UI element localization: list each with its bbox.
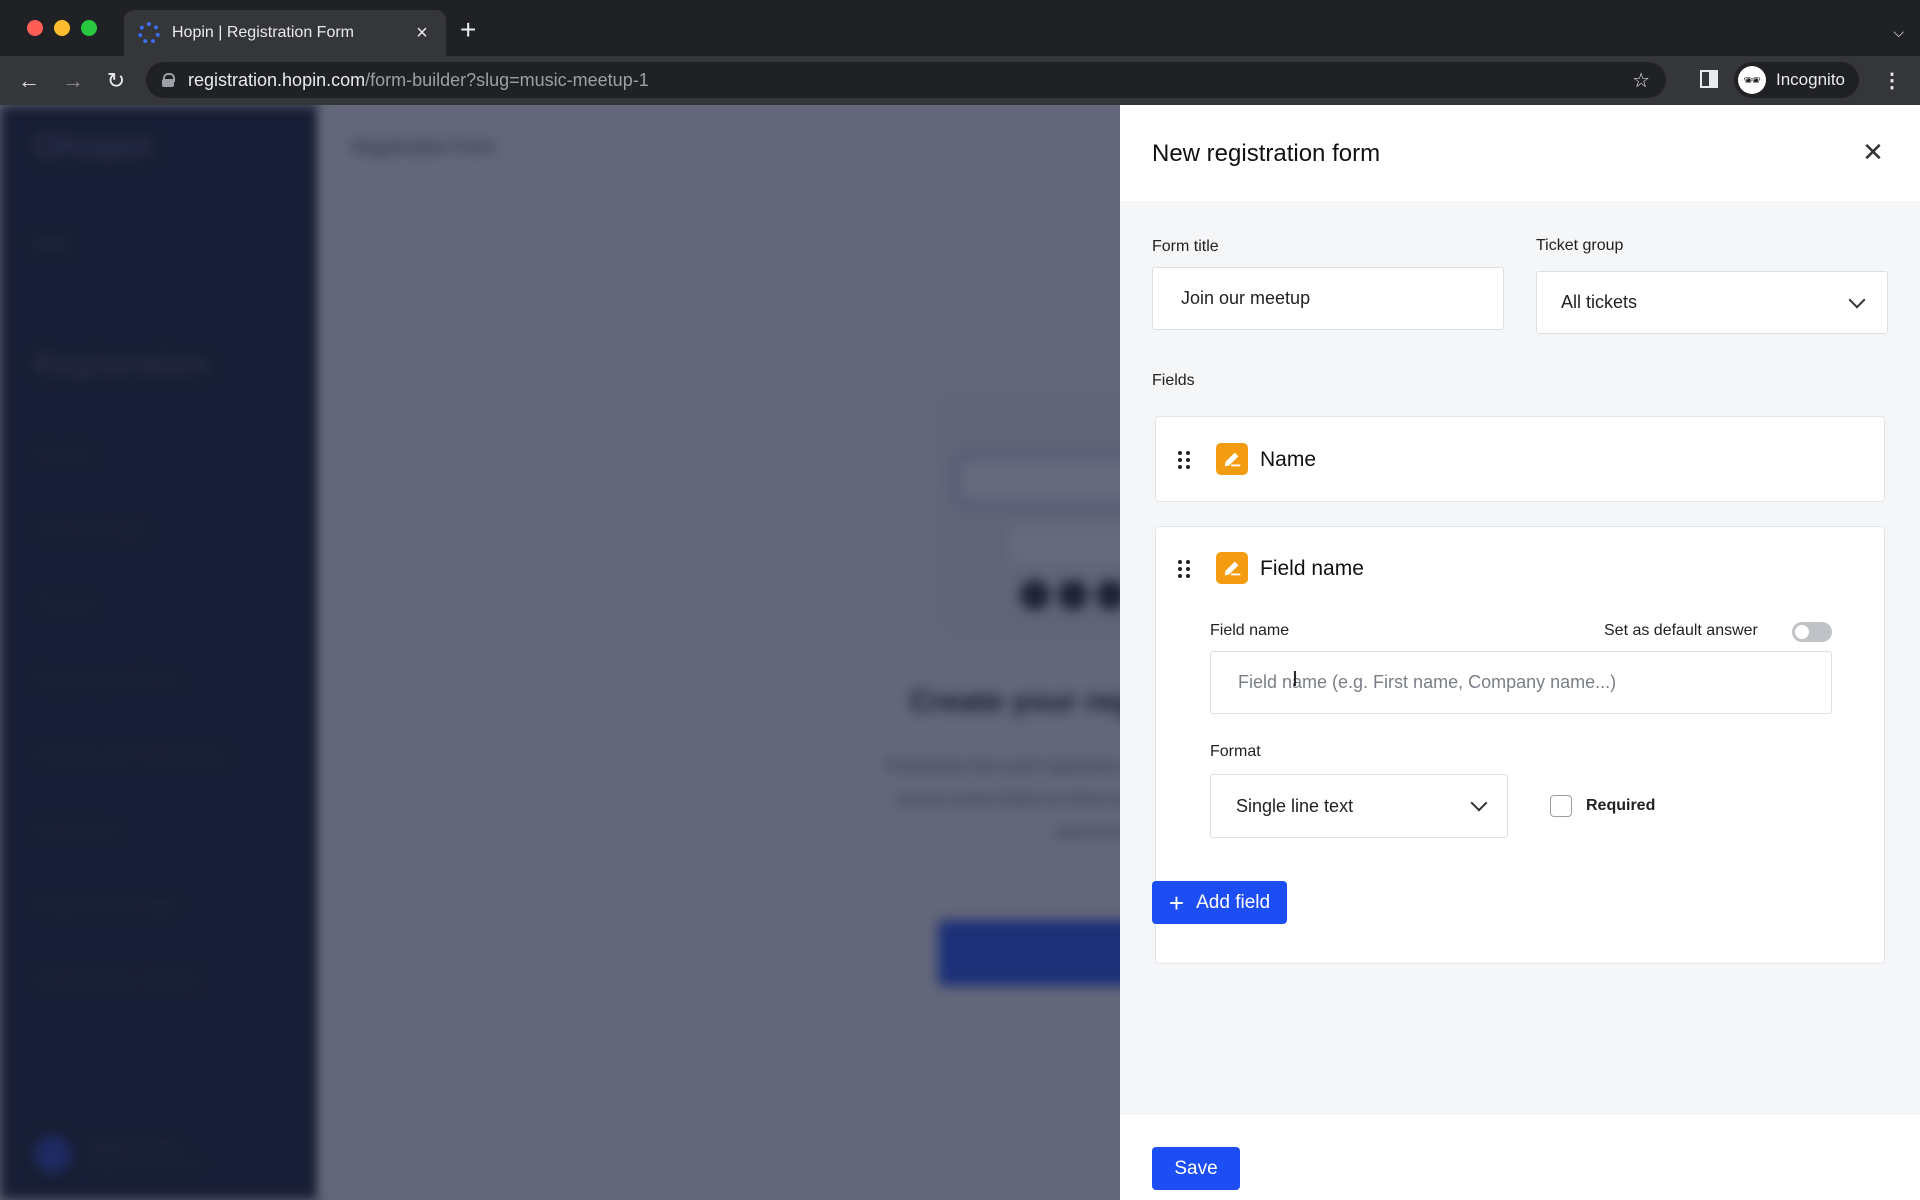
ticket-group-label: Ticket group: [1536, 237, 1624, 254]
field-title: Field name: [1260, 557, 1364, 580]
text-cursor-icon: I: [1292, 667, 1298, 691]
default-answer-toggle[interactable]: [1792, 622, 1832, 642]
address-bar[interactable]: registration.hopin.com /form-builder?slu…: [146, 62, 1666, 98]
required-label: Required: [1586, 797, 1656, 814]
forward-arrow-icon[interactable]: →: [58, 66, 88, 96]
lock-icon[interactable]: [162, 73, 175, 87]
close-icon[interactable]: ✕: [1858, 137, 1888, 167]
fields-label: Fields: [1152, 372, 1195, 389]
add-field-label: Add field: [1196, 891, 1271, 913]
url-path: /form-builder?slug=music-meetup-1: [365, 69, 649, 90]
pencil-icon: [1216, 552, 1248, 584]
field-title: Name: [1260, 448, 1317, 471]
drag-handle-icon[interactable]: [1178, 560, 1190, 578]
bookmark-star-icon[interactable]: ☆: [1632, 68, 1650, 93]
ticket-group-select[interactable]: All tickets: [1536, 271, 1888, 334]
form-title-label: Form title: [1152, 238, 1219, 255]
format-label: Format: [1210, 743, 1261, 760]
new-tab-button[interactable]: +: [460, 16, 476, 44]
plus-icon: +: [1168, 887, 1185, 918]
browser-menu-icon[interactable]: ⋮: [1882, 68, 1902, 93]
url-host: registration.hopin.com: [188, 69, 366, 90]
format-value: Single line text: [1236, 795, 1354, 816]
format-select[interactable]: Single line text: [1210, 774, 1508, 838]
chevron-down-icon: [1470, 794, 1488, 812]
field-name-label: Field name: [1210, 622, 1290, 639]
add-field-button[interactable]: + Add field: [1152, 881, 1287, 924]
drawer-footer: Save: [1120, 1115, 1920, 1200]
side-panel-icon[interactable]: [1700, 70, 1718, 88]
tab-strip: Hopin | Registration Form × + ⌵: [0, 0, 1920, 56]
incognito-badge[interactable]: 🕶 Incognito: [1734, 62, 1859, 98]
window-minimize-button[interactable]: [54, 20, 70, 36]
window-close-button[interactable]: [27, 20, 43, 36]
pencil-icon: [1216, 443, 1248, 475]
required-checkbox[interactable]: [1550, 795, 1572, 817]
drag-handle-icon[interactable]: [1178, 451, 1190, 469]
tab-search-chevron-icon[interactable]: ⌵: [1893, 24, 1904, 41]
chevron-down-icon: [1848, 291, 1866, 308]
save-button[interactable]: Save: [1152, 1147, 1240, 1190]
browser-toolbar: ← → ↻ registration.hopin.com /form-build…: [0, 56, 1920, 105]
tab-close-icon[interactable]: ×: [412, 22, 432, 45]
field-name-input[interactable]: Field name (e.g. First name, Company nam…: [1210, 651, 1832, 714]
incognito-icon: 🕶: [1738, 66, 1766, 94]
ticket-group-value: All tickets: [1561, 292, 1638, 312]
drawer-title: New registration form: [1152, 140, 1381, 167]
default-answer-label: Set as default answer: [1604, 622, 1758, 639]
tab-title: Hopin | Registration Form: [172, 24, 354, 41]
form-title-input[interactable]: Join our meetup: [1152, 267, 1504, 330]
reload-icon[interactable]: ↻: [101, 66, 131, 96]
browser-chrome: Hopin | Registration Form × + ⌵ ← → ↻ re…: [0, 0, 1920, 105]
incognito-label: Incognito: [1776, 70, 1845, 89]
hopin-favicon-icon: [138, 22, 160, 44]
back-arrow-icon[interactable]: ←: [14, 66, 44, 96]
modal-backdrop[interactable]: [0, 105, 1120, 1200]
field-card-name[interactable]: Name: [1155, 416, 1885, 502]
page: Ohopin Back Registration Details Ticket …: [0, 105, 1920, 1200]
window-maximize-button[interactable]: [81, 20, 97, 36]
browser-tab-active[interactable]: Hopin | Registration Form ×: [124, 10, 446, 56]
drawer-header: New registration form ✕: [1120, 105, 1920, 201]
registration-form-drawer: New registration form ✕ Form title Join …: [1120, 105, 1920, 1200]
